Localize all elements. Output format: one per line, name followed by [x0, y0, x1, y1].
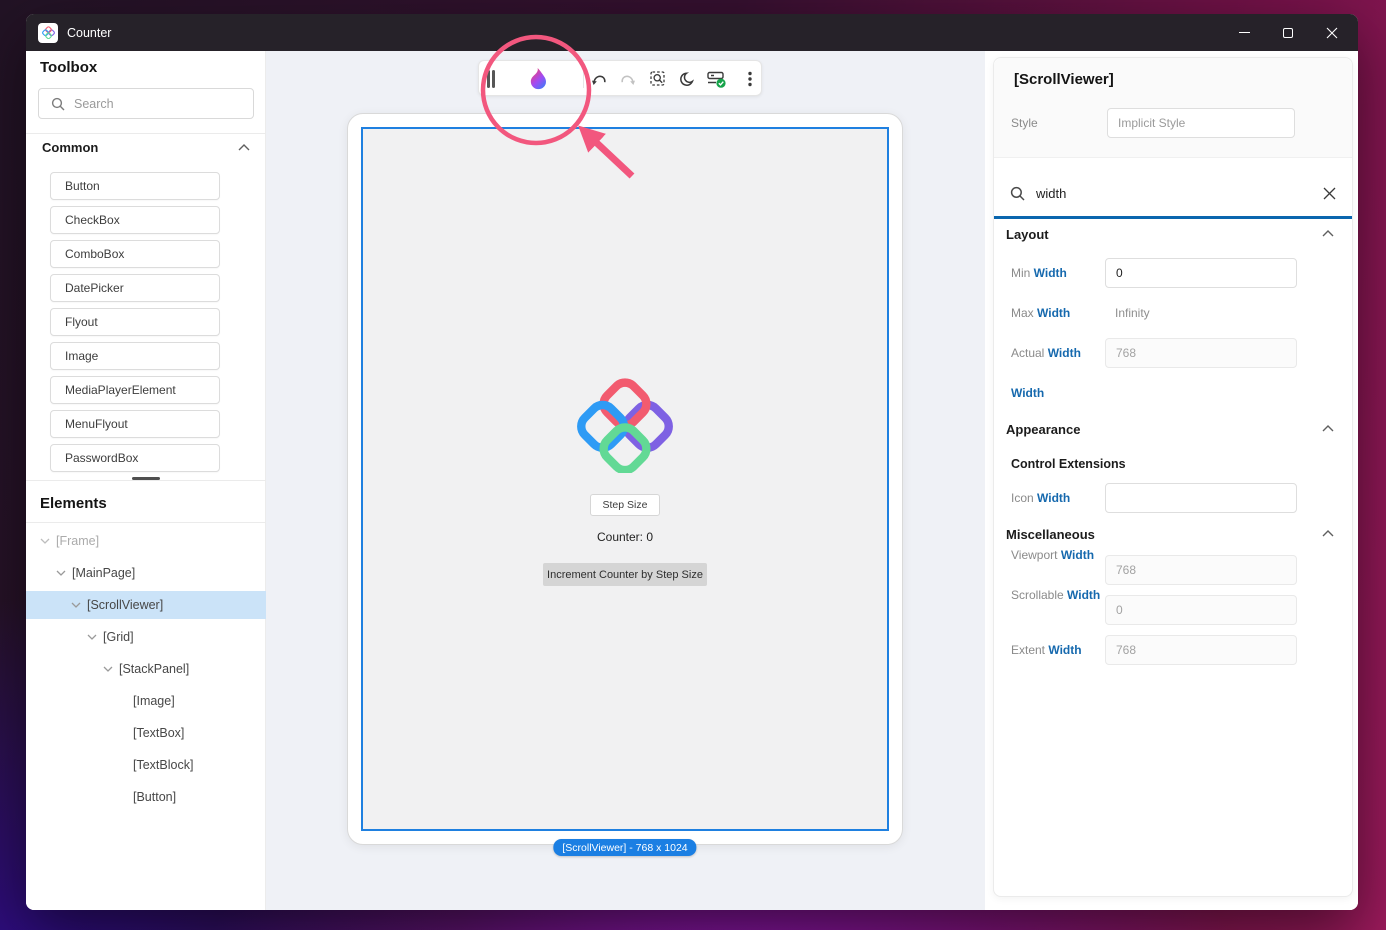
- maximize-icon: [1283, 28, 1293, 38]
- toolbox-item-button[interactable]: Button: [50, 172, 220, 200]
- undo-icon[interactable]: [588, 68, 610, 90]
- increment-counter-button[interactable]: Increment Counter by Step Size: [543, 563, 707, 586]
- viewport-width-label: Viewport Width: [1011, 548, 1101, 564]
- tree-item-grid[interactable]: [Grid]: [26, 623, 266, 651]
- close-icon: [1326, 27, 1338, 39]
- toolbox-item-datepicker[interactable]: DatePicker: [50, 274, 220, 302]
- chevron-down-icon[interactable]: [87, 634, 97, 640]
- app-window: Counter Toolbox Common Button CheckBox C…: [26, 14, 1358, 910]
- search-icon: [1010, 186, 1025, 201]
- selected-element-title: [ScrollViewer]: [1014, 71, 1114, 88]
- style-label: Style: [1011, 108, 1038, 138]
- step-size-textbox[interactable]: Step Size: [590, 494, 660, 516]
- subsection-control-extensions: Control Extensions: [1011, 457, 1126, 471]
- section-layout[interactable]: Layout: [1006, 227, 1049, 242]
- toolbox-section-common[interactable]: Common: [42, 140, 98, 155]
- clear-search-icon[interactable]: [1323, 187, 1336, 200]
- extent-width-label: Extent Width: [1011, 635, 1082, 665]
- scrollable-width-label: Scrollable Width: [1011, 588, 1101, 604]
- tree-item-image[interactable]: [Image]: [26, 687, 266, 715]
- actual-width-input: [1105, 338, 1297, 368]
- properties-search-input[interactable]: [1036, 186, 1323, 201]
- chevron-down-icon[interactable]: [40, 538, 50, 544]
- scrollable-width-input: [1105, 595, 1297, 625]
- viewport-width-input: [1105, 555, 1297, 585]
- tree-item-textbox[interactable]: [TextBox]: [26, 719, 266, 747]
- hot-design-flame-icon[interactable]: [523, 65, 551, 93]
- selection-size-badge: [ScrollViewer] - 768 x 1024: [553, 839, 696, 856]
- more-options-kebab-icon[interactable]: [739, 68, 761, 90]
- maximize-button[interactable]: [1266, 14, 1310, 51]
- properties-panel: [ScrollViewer] Style Layout Min Width Ma…: [993, 57, 1353, 897]
- search-icon: [51, 97, 65, 111]
- drag-grip-icon[interactable]: [492, 70, 495, 88]
- section-appearance[interactable]: Appearance: [1006, 422, 1080, 437]
- tree-item-textblock[interactable]: [TextBlock]: [26, 751, 266, 779]
- chevron-up-icon[interactable]: [1322, 425, 1334, 432]
- chevron-down-icon[interactable]: [71, 602, 81, 608]
- minimize-icon: [1239, 32, 1250, 33]
- counter-textblock: Counter: 0: [597, 530, 653, 544]
- width-label: Width: [1011, 378, 1044, 408]
- left-sidebar: Toolbox Common Button CheckBox ComboBox …: [26, 51, 266, 910]
- redo-icon: [617, 68, 639, 90]
- style-input[interactable]: [1107, 108, 1295, 138]
- toolbox-search-input[interactable]: [74, 97, 253, 111]
- design-toolbar: [478, 60, 762, 96]
- toolbox-item-combobox[interactable]: ComboBox: [50, 240, 220, 268]
- tree-item-stackpanel[interactable]: [StackPanel]: [26, 655, 266, 683]
- toolbox-item-image[interactable]: Image: [50, 342, 220, 370]
- toolbox-search[interactable]: [38, 88, 254, 119]
- elements-title: Elements: [40, 495, 107, 512]
- tree-item-frame[interactable]: [Frame]: [26, 527, 266, 555]
- drag-grip-icon[interactable]: [487, 70, 490, 88]
- toolbox-item-menuflyout[interactable]: MenuFlyout: [50, 410, 220, 438]
- chevron-up-icon[interactable]: [1322, 530, 1334, 537]
- theme-toggle-moon-icon[interactable]: [676, 68, 698, 90]
- toolbox-title: Toolbox: [40, 59, 97, 76]
- chevron-up-icon[interactable]: [1322, 230, 1334, 237]
- max-width-value: Infinity: [1115, 298, 1150, 328]
- chevron-down-icon[interactable]: [103, 666, 113, 672]
- tree-item-scrollviewer[interactable]: [ScrollViewer]: [26, 591, 266, 619]
- connected-devices-icon[interactable]: [705, 68, 727, 90]
- panel-splitter-handle[interactable]: [132, 477, 160, 480]
- extent-width-input: [1105, 635, 1297, 665]
- min-width-label: Min Width: [1011, 258, 1067, 288]
- window-title: Counter: [67, 26, 111, 40]
- chevron-up-icon[interactable]: [238, 144, 250, 151]
- tree-item-button[interactable]: [Button]: [26, 783, 266, 811]
- uno-logo-image[interactable]: [569, 376, 681, 478]
- design-canvas[interactable]: Step Size Counter: 0 Increment Counter b…: [266, 51, 985, 910]
- max-width-label: Max Width: [1011, 298, 1070, 328]
- chevron-down-icon[interactable]: [56, 570, 66, 576]
- min-width-input[interactable]: [1105, 258, 1297, 288]
- icon-width-label: Icon Width: [1011, 483, 1070, 513]
- toolbox-item-flyout[interactable]: Flyout: [50, 308, 220, 336]
- toolbox-item-checkbox[interactable]: CheckBox: [50, 206, 220, 234]
- icon-width-input[interactable]: [1105, 483, 1297, 513]
- tree-item-mainpage[interactable]: [MainPage]: [26, 559, 266, 587]
- scrollviewer-selection-outline[interactable]: [361, 127, 889, 831]
- close-button[interactable]: [1310, 14, 1354, 51]
- properties-search[interactable]: [994, 171, 1352, 219]
- element-picker-icon[interactable]: [647, 68, 669, 90]
- minimize-button[interactable]: [1222, 14, 1266, 51]
- actual-width-label: Actual Width: [1011, 338, 1081, 368]
- titlebar: Counter: [26, 14, 1358, 51]
- section-miscellaneous[interactable]: Miscellaneous: [1006, 527, 1095, 542]
- properties-header: [ScrollViewer] Style: [994, 58, 1352, 158]
- app-logo-icon: [38, 23, 58, 43]
- toolbox-item-mediaplayerelement[interactable]: MediaPlayerElement: [50, 376, 220, 404]
- toolbox-item-passwordbox[interactable]: PasswordBox: [50, 444, 220, 472]
